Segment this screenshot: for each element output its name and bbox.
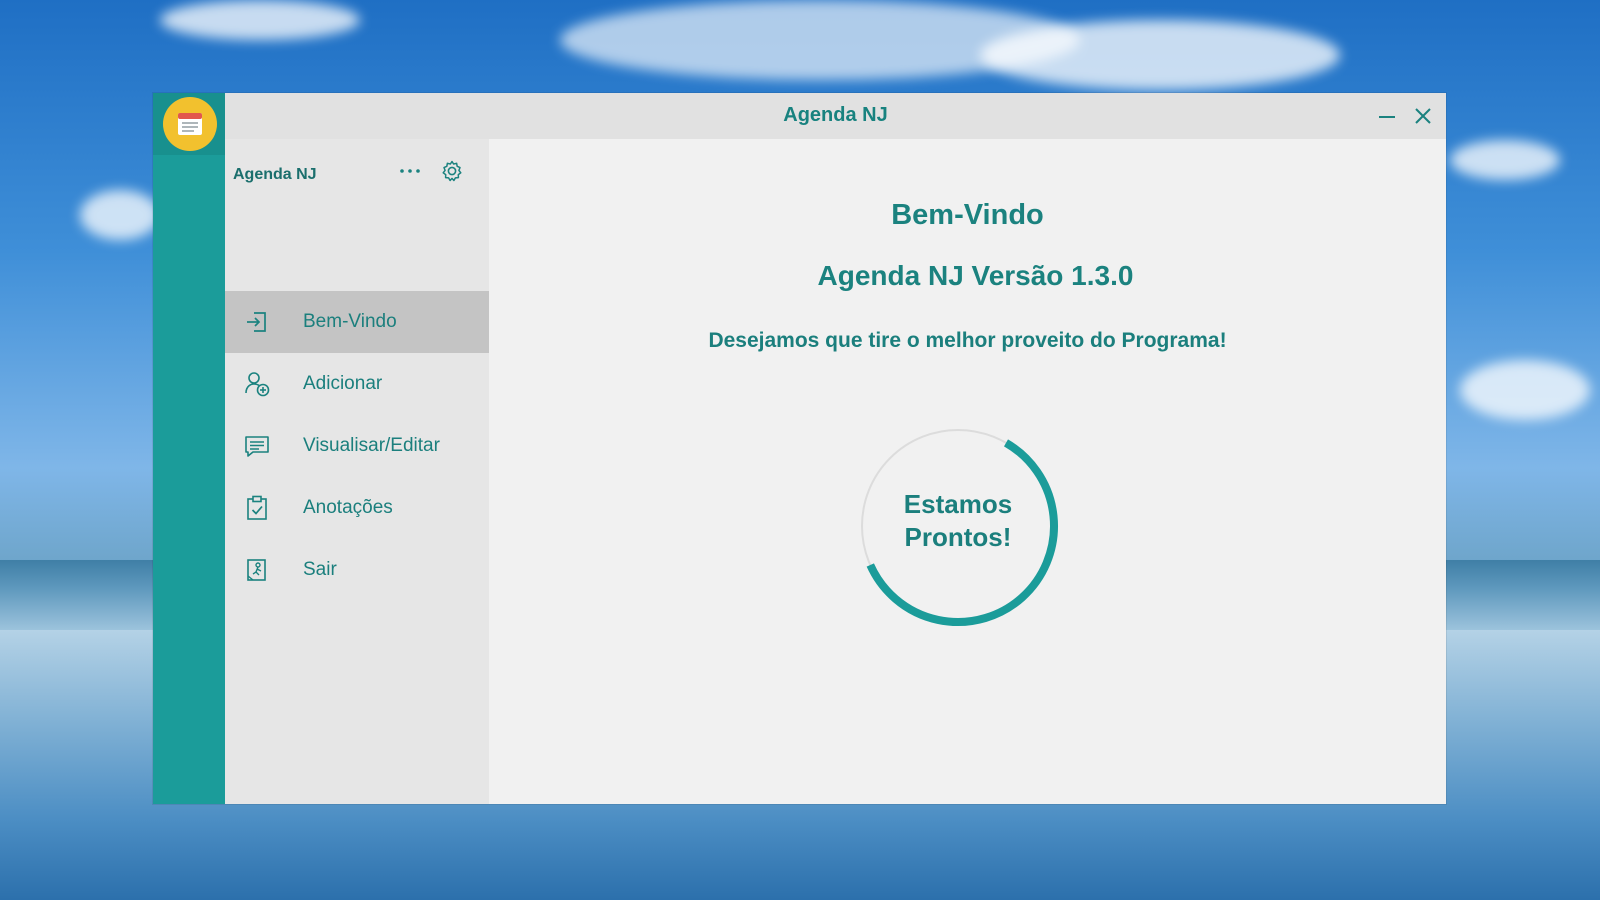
exit-icon	[243, 556, 271, 584]
sidebar-item-visualisar-editar[interactable]: Visualisar/Editar	[225, 415, 489, 477]
settings-button[interactable]	[437, 156, 467, 186]
progress-ring: Estamos Prontos!	[856, 424, 1060, 628]
close-icon	[1415, 108, 1431, 124]
more-dots-icon	[400, 169, 420, 173]
cloud	[980, 20, 1340, 90]
tagline: Desejamos que tire o melhor proveito do …	[708, 329, 1227, 352]
notepad-icon[interactable]	[163, 97, 217, 151]
sidebar: Agenda NJ Bem-Vindo Adicionar Visualisar…	[225, 139, 489, 804]
progress-label-line2: Prontos!	[904, 522, 1012, 552]
sidebar-item-adicionar[interactable]: Adicionar	[225, 353, 489, 415]
sidebar-item-label: Adicionar	[303, 373, 383, 394]
cloud	[1460, 360, 1590, 420]
sidebar-item-bem-vindo[interactable]: Bem-Vindo	[225, 291, 489, 353]
cloud	[160, 0, 360, 40]
main-content: Bem-Vindo Agenda NJ Versão 1.3.0 Desejam…	[489, 139, 1446, 804]
title-bar: Agenda NJ	[225, 93, 1446, 139]
clipboard-check-icon	[243, 494, 271, 522]
minimize-button[interactable]	[1372, 101, 1402, 131]
sidebar-item-sair[interactable]: Sair	[225, 539, 489, 601]
cloud	[80, 190, 160, 240]
sidebar-item-label: Bem-Vindo	[303, 311, 397, 332]
minimize-icon	[1379, 116, 1395, 118]
sign-in-icon	[243, 308, 271, 336]
sidebar-app-name: Agenda NJ	[233, 166, 317, 183]
accent-rail	[153, 93, 225, 804]
sidebar-item-label: Sair	[303, 559, 337, 580]
close-button[interactable]	[1408, 101, 1438, 131]
sidebar-item-label: Visualisar/Editar	[303, 435, 440, 456]
message-icon	[243, 432, 271, 460]
version-heading: Agenda NJ Versão 1.3.0	[817, 260, 1134, 291]
gear-icon	[442, 160, 462, 182]
cloud	[1450, 140, 1560, 180]
add-person-icon	[243, 370, 271, 398]
more-button[interactable]	[395, 157, 425, 185]
window-title: Agenda NJ	[783, 104, 888, 126]
welcome-heading: Bem-Vindo	[891, 199, 1044, 231]
progress-label-line1: Estamos	[903, 489, 1013, 519]
progress-label: Estamos Prontos!	[856, 488, 1060, 554]
sidebar-item-label: Anotações	[303, 497, 393, 518]
app-window: Agenda NJ Agenda NJ Bem-Vindo Adicionar …	[153, 93, 1446, 804]
sidebar-header: Agenda NJ	[225, 139, 489, 203]
sidebar-item-anotacoes[interactable]: Anotações	[225, 477, 489, 539]
